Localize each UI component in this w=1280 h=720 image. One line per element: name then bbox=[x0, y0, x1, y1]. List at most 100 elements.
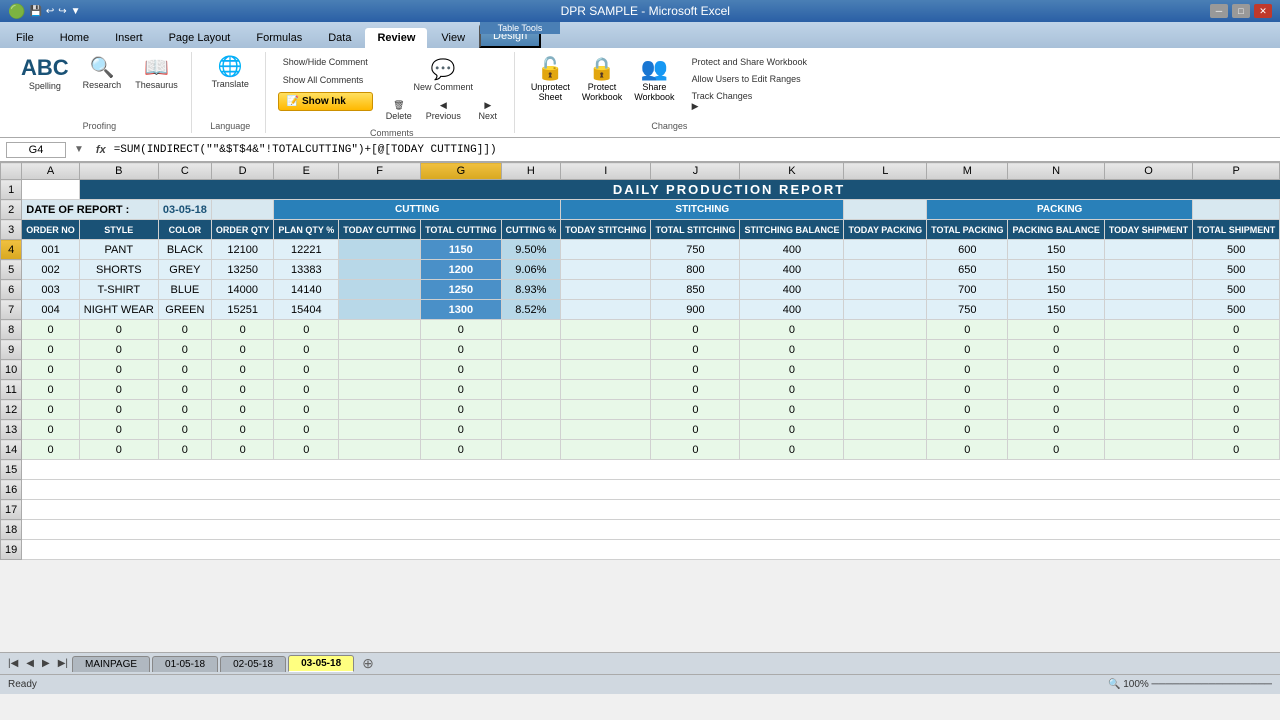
cell-l5[interactable] bbox=[844, 260, 927, 280]
cell-a6[interactable]: 003 bbox=[22, 280, 80, 300]
sheet-nav-last[interactable]: ▶| bbox=[54, 658, 72, 669]
share-workbook-button[interactable]: 👥 ShareWorkbook bbox=[630, 54, 678, 115]
cell-l7[interactable] bbox=[844, 300, 927, 320]
sheet-tab-mainpage[interactable]: MAINPAGE bbox=[72, 656, 150, 672]
previous-comment-button[interactable]: ◀ Previous bbox=[421, 97, 466, 124]
cell-n7[interactable]: 150 bbox=[1008, 300, 1104, 320]
col-header-i[interactable]: I bbox=[561, 163, 651, 180]
cell-c7[interactable]: GREEN bbox=[158, 300, 211, 320]
row-header-2[interactable]: 2 bbox=[1, 200, 22, 220]
save-quick-btn[interactable]: 💾 bbox=[29, 6, 41, 17]
cell-m6[interactable]: 700 bbox=[927, 280, 1008, 300]
table-row[interactable]: 5 002 SHORTS GREY 13250 13383 1200 9.06%… bbox=[1, 260, 1280, 280]
allow-users-button[interactable]: Allow Users to Edit Ranges bbox=[687, 71, 812, 87]
translate-button[interactable]: 🌐 Translate bbox=[207, 54, 254, 92]
redo-quick-btn[interactable]: ↪ bbox=[58, 6, 66, 17]
row-header-17[interactable]: 17 bbox=[1, 500, 22, 520]
col-header-a[interactable]: A bbox=[22, 163, 80, 180]
delete-comment-button[interactable]: 🗑 Delete bbox=[381, 97, 417, 124]
cell-h7[interactable]: 8.52% bbox=[501, 300, 561, 320]
cell-f6[interactable] bbox=[339, 280, 421, 300]
col-header-j[interactable]: J bbox=[651, 163, 740, 180]
cell-d4[interactable]: 12100 bbox=[211, 240, 274, 260]
cell-j5[interactable]: 800 bbox=[651, 260, 740, 280]
row-header-3[interactable]: 3 bbox=[1, 220, 22, 240]
row-header-12[interactable]: 12 bbox=[1, 400, 22, 420]
cell-l4[interactable] bbox=[844, 240, 927, 260]
col-header-g[interactable]: G bbox=[421, 163, 502, 180]
table-row[interactable]: 7 004 NIGHT WEAR GREEN 15251 15404 1300 … bbox=[1, 300, 1280, 320]
tab-insert[interactable]: Insert bbox=[103, 28, 155, 48]
cell-a5[interactable]: 002 bbox=[22, 260, 80, 280]
row-header-5[interactable]: 5 bbox=[1, 260, 22, 280]
cell-j6[interactable]: 850 bbox=[651, 280, 740, 300]
cell-e6[interactable]: 14140 bbox=[274, 280, 339, 300]
col-header-m[interactable]: M bbox=[927, 163, 1008, 180]
row-header-8[interactable]: 8 bbox=[1, 320, 22, 340]
row-header-4[interactable]: 4 bbox=[1, 240, 22, 260]
cell-d7[interactable]: 15251 bbox=[211, 300, 274, 320]
col-header-l[interactable]: L bbox=[844, 163, 927, 180]
cell-m4[interactable]: 600 bbox=[927, 240, 1008, 260]
cell-g5[interactable]: 1200 bbox=[421, 260, 502, 280]
cell-p6[interactable]: 500 bbox=[1193, 280, 1280, 300]
row-header-16[interactable]: 16 bbox=[1, 480, 22, 500]
row-header-9[interactable]: 9 bbox=[1, 340, 22, 360]
cell-reference-box[interactable] bbox=[6, 142, 66, 158]
tab-file[interactable]: File bbox=[4, 28, 46, 48]
close-button[interactable]: ✕ bbox=[1254, 4, 1272, 18]
sheet-tab-01-05-18[interactable]: 01-05-18 bbox=[152, 656, 218, 672]
cell-k4[interactable]: 400 bbox=[740, 240, 844, 260]
cell-e7[interactable]: 15404 bbox=[274, 300, 339, 320]
row-header-14[interactable]: 14 bbox=[1, 440, 22, 460]
show-all-comments-button[interactable]: Show All Comments bbox=[278, 72, 373, 88]
new-comment-button[interactable]: 💬 New Comment bbox=[409, 54, 479, 95]
cell-j4[interactable]: 750 bbox=[651, 240, 740, 260]
cell-h6[interactable]: 8.93% bbox=[501, 280, 561, 300]
cell-b5[interactable]: SHORTS bbox=[79, 260, 158, 280]
cell-g7[interactable]: 1300 bbox=[421, 300, 502, 320]
cell-i6[interactable] bbox=[561, 280, 651, 300]
minimize-button[interactable]: ─ bbox=[1210, 4, 1228, 18]
row-header-13[interactable]: 13 bbox=[1, 420, 22, 440]
cell-i5[interactable] bbox=[561, 260, 651, 280]
spelling-button[interactable]: ABC Spelling bbox=[16, 54, 74, 94]
row-header-10[interactable]: 10 bbox=[1, 360, 22, 380]
cell-b4[interactable]: PANT bbox=[79, 240, 158, 260]
col-header-h[interactable]: H bbox=[501, 163, 561, 180]
col-header-f[interactable]: F bbox=[339, 163, 421, 180]
col-header-p[interactable]: P bbox=[1193, 163, 1280, 180]
cell-j7[interactable]: 900 bbox=[651, 300, 740, 320]
track-changes-button[interactable]: Track Changes ▶ bbox=[687, 88, 812, 115]
cell-o4[interactable] bbox=[1104, 240, 1192, 260]
cell-l6[interactable] bbox=[844, 280, 927, 300]
sheet-nav-next[interactable]: ▶ bbox=[38, 658, 54, 669]
row-header-18[interactable]: 18 bbox=[1, 520, 22, 540]
sheet-tab-03-05-18[interactable]: 03-05-18 bbox=[288, 655, 354, 672]
tab-formulas[interactable]: Formulas bbox=[244, 28, 314, 48]
col-header-d[interactable]: D bbox=[211, 163, 274, 180]
formula-input[interactable] bbox=[114, 144, 1274, 156]
cell-f7[interactable] bbox=[339, 300, 421, 320]
unprotect-sheet-button[interactable]: 🔓 UnprotectSheet bbox=[527, 54, 574, 115]
formula-expand-button[interactable]: ▼ bbox=[70, 144, 88, 155]
cell-h5[interactable]: 9.06% bbox=[501, 260, 561, 280]
cell-g6[interactable]: 1250 bbox=[421, 280, 502, 300]
cell-k5[interactable]: 400 bbox=[740, 260, 844, 280]
col-header-b[interactable]: B bbox=[79, 163, 158, 180]
cell-o6[interactable] bbox=[1104, 280, 1192, 300]
cell-c5[interactable]: GREY bbox=[158, 260, 211, 280]
cell-p5[interactable]: 500 bbox=[1193, 260, 1280, 280]
tab-review[interactable]: Review bbox=[365, 28, 427, 48]
cell-f5[interactable] bbox=[339, 260, 421, 280]
col-header-k[interactable]: K bbox=[740, 163, 844, 180]
cell-n5[interactable]: 150 bbox=[1008, 260, 1104, 280]
cell-e4[interactable]: 12221 bbox=[274, 240, 339, 260]
sheet-tab-02-05-18[interactable]: 02-05-18 bbox=[220, 656, 286, 672]
cell-p4[interactable]: 500 bbox=[1193, 240, 1280, 260]
table-row[interactable]: 6 003 T-SHIRT BLUE 14000 14140 1250 8.93… bbox=[1, 280, 1280, 300]
tab-page-layout[interactable]: Page Layout bbox=[157, 28, 243, 48]
col-header-e[interactable]: E bbox=[274, 163, 339, 180]
protect-share-button[interactable]: Protect and Share Workbook bbox=[687, 54, 812, 70]
cell-d6[interactable]: 14000 bbox=[211, 280, 274, 300]
